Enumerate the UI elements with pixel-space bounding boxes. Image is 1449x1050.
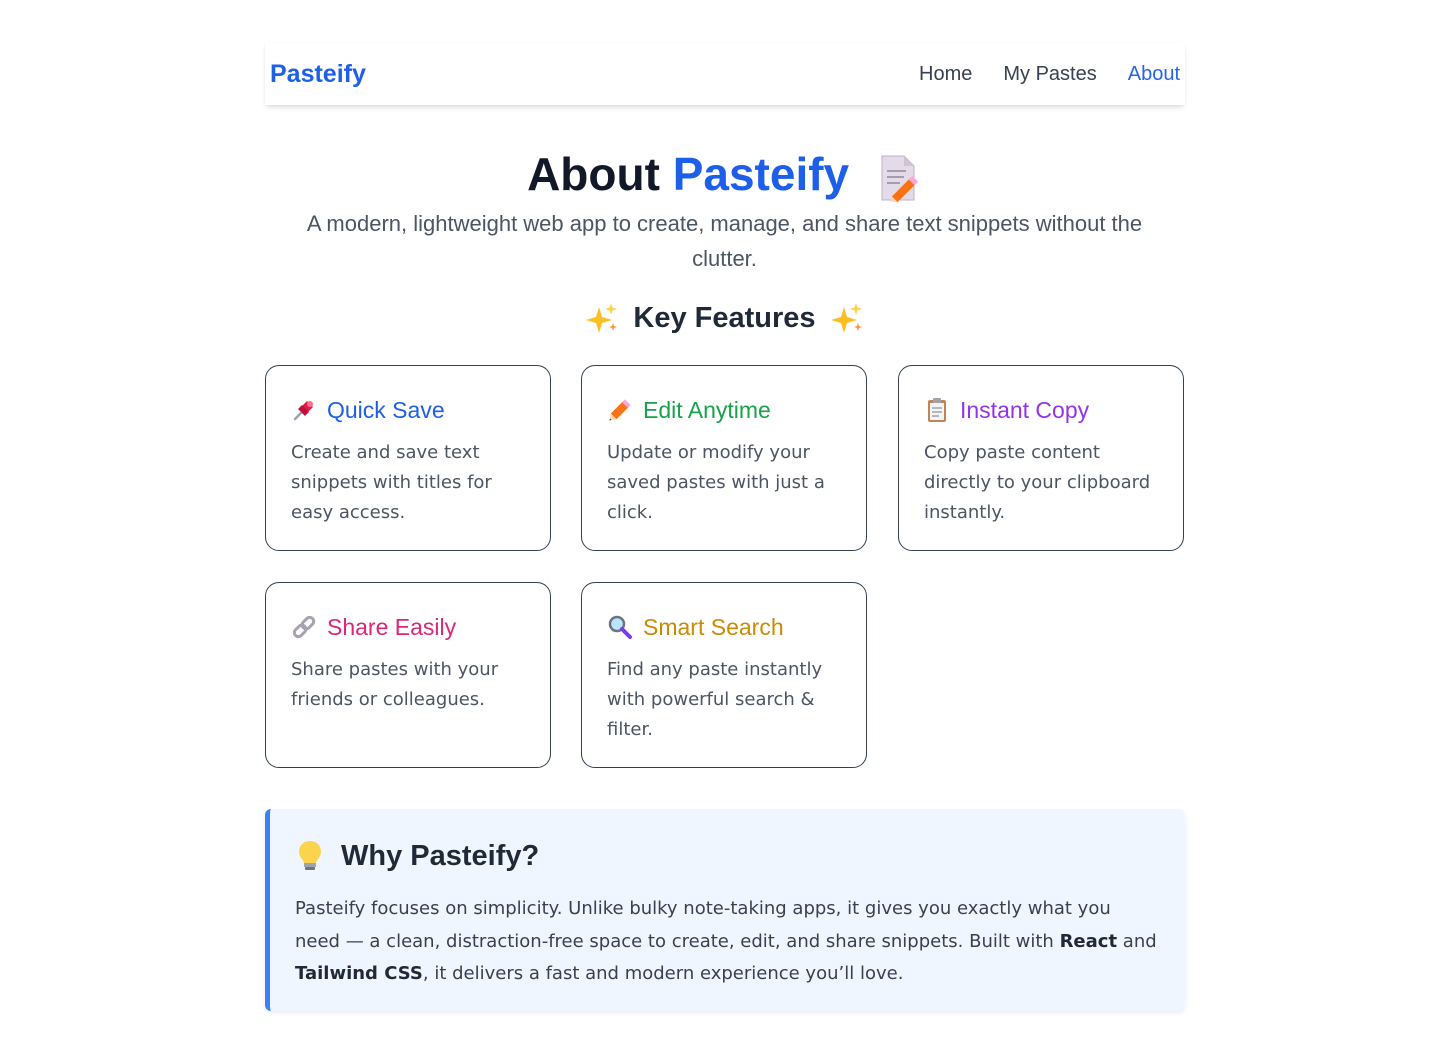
nav-link-my-pastes[interactable]: My Pastes [1003,63,1096,86]
feature-title: Instant Copy [960,397,1090,423]
why-paragraph: Pasteify focuses on simplicity. Unlike b… [295,893,1160,991]
nav-link-about[interactable]: About [1128,63,1180,86]
feature-card-instant-copy: Instant Copy Copy paste content directly… [898,365,1184,551]
page-title-accent: Pasteify [672,148,850,200]
link-icon [291,614,317,640]
why-text-part: , it delivers a fast and modern experien… [422,963,904,984]
page-title-prefix: About [527,148,660,200]
memo-pencil-icon [878,154,922,205]
magnifier-icon [607,614,633,640]
clipboard-icon [924,397,950,423]
feature-description: Share pastes with your friends or collea… [291,659,499,710]
features-heading: Key Features [0,298,1449,338]
pushpin-icon [291,397,317,423]
why-text-part: Pasteify focuses on simplicity. Unlike b… [295,898,1111,952]
pencil-icon [607,397,633,423]
feature-description: Copy paste content directly to your clip… [924,442,1151,523]
why-text-part: and [1117,930,1157,952]
why-section: Why Pasteify? Pasteify focuses on simpli… [265,809,1185,1011]
page-subtitle: A modern, lightweight web app to create,… [306,211,1143,271]
feature-description: Update or modify your saved pastes with … [607,442,825,523]
feature-card-quick-save: Quick Save Create and save text snippets… [265,365,551,551]
why-bold-react: React [1059,930,1118,952]
navbar: Pasteify Home My Pastes About [265,43,1185,105]
feature-card-share-easily: Share Easily Share pastes with your frie… [265,582,551,768]
feature-title: Edit Anytime [643,397,771,423]
why-bold-tailwind: Tailwind CSS [295,963,423,984]
why-title: Why Pasteify? [341,839,540,872]
feature-title: Smart Search [643,614,784,640]
brand-logo-link[interactable]: Pasteify [270,60,366,89]
page-title: About Pasteify [0,146,1449,205]
feature-card-edit-anytime: Edit Anytime Update or modify your saved… [581,365,867,551]
nav-link-home[interactable]: Home [919,63,972,86]
feature-title: Quick Save [327,397,445,423]
feature-description: Find any paste instantly with powerful s… [607,659,823,740]
feature-description: Create and save text snippets with title… [291,442,492,523]
lightbulb-icon [295,839,325,873]
nav-links: Home My Pastes About [919,63,1180,86]
sparkles-icon [585,301,619,335]
sparkles-icon [830,301,864,335]
features-heading-text: Key Features [633,302,816,334]
feature-title: Share Easily [327,614,457,640]
feature-card-smart-search: Smart Search Find any paste instantly wi… [581,582,867,768]
